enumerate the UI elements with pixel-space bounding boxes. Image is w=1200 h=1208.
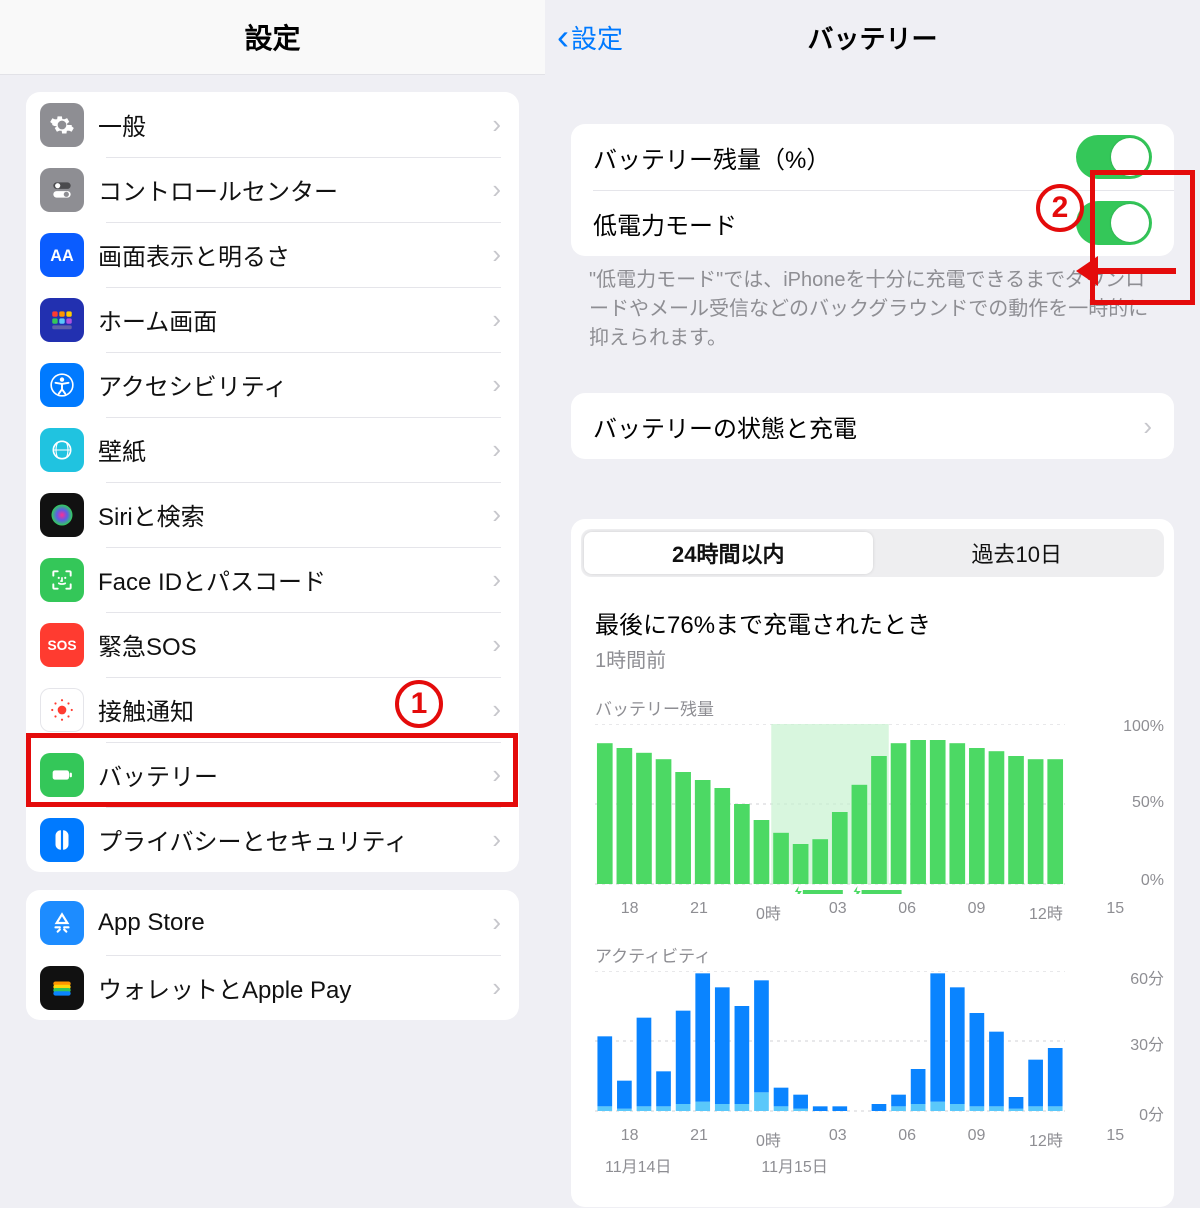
battery-health-row[interactable]: バッテリーの状態と充電 › xyxy=(571,393,1174,459)
back-label: 設定 xyxy=(571,19,623,56)
general-label: 一般 xyxy=(98,107,492,142)
battery-health-label: バッテリーの状態と充電 xyxy=(593,409,1143,444)
chevron-right-icon: › xyxy=(492,759,501,790)
settings-row-accessibility[interactable]: アクセシビリティ› xyxy=(26,352,519,417)
settings-group-1: 一般›コントロールセンター›AA画面表示と明るさ›ホーム画面›アクセシビリティ›… xyxy=(26,92,519,872)
settings-row-wallet[interactable]: ウォレットとApple Pay› xyxy=(26,955,519,1020)
settings-row-home-screen[interactable]: ホーム画面› xyxy=(26,287,519,352)
chevron-right-icon: › xyxy=(492,109,501,140)
wallpaper-label: 壁紙 xyxy=(98,432,492,467)
appstore-label: App Store xyxy=(98,909,492,937)
chevron-right-icon: › xyxy=(492,434,501,465)
last-charge-sub: 1時間前 xyxy=(595,644,1150,673)
svg-text:AA: AA xyxy=(50,246,74,264)
settings-row-battery[interactable]: バッテリー› xyxy=(26,742,519,807)
chevron-right-icon: › xyxy=(492,824,501,855)
settings-row-general[interactable]: 一般› xyxy=(26,92,519,157)
home-screen-icon xyxy=(40,298,84,342)
battery-level-chart: 100% 50% 0% xyxy=(595,724,1150,894)
accessibility-icon xyxy=(40,363,84,407)
settings-row-privacy[interactable]: プライバシーとセキュリティ› xyxy=(26,807,519,872)
settings-header: 設定 xyxy=(0,0,545,74)
chevron-right-icon: › xyxy=(492,304,501,335)
settings-group-2: App Store›ウォレットとApple Pay› xyxy=(26,890,519,1020)
exposure-label: 接触通知 xyxy=(98,692,492,727)
seg-24h[interactable]: 24時間以内 xyxy=(584,532,873,574)
battery-percentage-row[interactable]: バッテリー残量（%） xyxy=(571,124,1174,190)
chart2-dates: 11月14日 11月15日 xyxy=(581,1151,1164,1177)
battery-header: ‹ 設定 バッテリー xyxy=(545,0,1200,74)
chevron-right-icon: › xyxy=(492,907,501,938)
chevron-right-icon: › xyxy=(1143,411,1152,442)
chevron-right-icon: › xyxy=(492,972,501,1003)
low-power-label: 低電力モード xyxy=(593,206,1076,241)
chart1-xaxis: 1821 0時03 0609 12時15 xyxy=(581,894,1164,924)
low-power-switch[interactable] xyxy=(1076,201,1152,245)
faceid-label: Face IDとパスコード xyxy=(98,562,492,597)
chevron-right-icon: › xyxy=(492,369,501,400)
chevron-right-icon: › xyxy=(492,694,501,725)
seg-10d[interactable]: 過去10日 xyxy=(873,532,1162,574)
battery-usage-panel: 24時間以内 過去10日 最後に76%まで充電されたとき 1時間前 バッテリー残… xyxy=(571,519,1174,1207)
battery-percentage-label: バッテリー残量（%） xyxy=(593,140,1076,175)
settings-row-wallpaper[interactable]: 壁紙› xyxy=(26,417,519,482)
chart2-xaxis: 1821 0時03 0609 12時15 xyxy=(581,1121,1164,1151)
battery-health-group: バッテリーの状態と充電 › xyxy=(571,393,1174,459)
battery-icon xyxy=(40,753,84,797)
privacy-label: プライバシーとセキュリティ xyxy=(98,822,492,857)
battery-label: バッテリー xyxy=(98,757,492,792)
battery-title: バッテリー xyxy=(807,19,937,56)
wallet-label: ウォレットとApple Pay xyxy=(98,970,492,1005)
siri-label: Siriと検索 xyxy=(98,497,492,532)
accessibility-label: アクセシビリティ xyxy=(98,367,492,402)
wallpaper-icon xyxy=(40,428,84,472)
last-charge-title: 最後に76%まで充電されたとき xyxy=(595,605,1150,640)
siri-icon xyxy=(40,493,84,537)
faceid-icon xyxy=(40,558,84,602)
time-range-segmented[interactable]: 24時間以内 過去10日 xyxy=(581,529,1164,577)
battery-options-group: バッテリー残量（%） 低電力モード xyxy=(571,124,1174,256)
back-button[interactable]: ‹ 設定 xyxy=(557,0,623,74)
sos-label: 緊急SOS xyxy=(98,627,492,662)
activity-chart: 60分 30分 0分 xyxy=(595,971,1150,1121)
chart2-label: アクティビティ xyxy=(595,942,1150,967)
settings-row-siri[interactable]: Siriと検索› xyxy=(26,482,519,547)
low-power-footer: "低電力モード"では、iPhoneを十分に充電できるまでダウンロードやメール受信… xyxy=(545,256,1200,353)
privacy-icon xyxy=(40,818,84,862)
settings-row-control-center[interactable]: コントロールセンター› xyxy=(26,157,519,222)
chevron-right-icon: › xyxy=(492,239,501,270)
chevron-left-icon: ‹ xyxy=(557,19,569,55)
home-screen-label: ホーム画面 xyxy=(98,302,492,337)
low-power-row[interactable]: 低電力モード xyxy=(571,190,1174,256)
chevron-right-icon: › xyxy=(492,174,501,205)
exposure-icon xyxy=(40,688,84,732)
chevron-right-icon: › xyxy=(492,564,501,595)
chevron-right-icon: › xyxy=(492,629,501,660)
display-label: 画面表示と明るさ xyxy=(98,237,492,272)
display-icon: AA xyxy=(40,233,84,277)
wallet-icon xyxy=(40,966,84,1010)
battery-percentage-switch[interactable] xyxy=(1076,135,1152,179)
settings-title: 設定 xyxy=(244,17,300,57)
settings-row-appstore[interactable]: App Store› xyxy=(26,890,519,955)
settings-row-sos[interactable]: SOS 緊急SOS› xyxy=(26,612,519,677)
chevron-right-icon: › xyxy=(492,499,501,530)
chart1-label: バッテリー残量 xyxy=(595,695,1150,720)
sos-icon: SOS xyxy=(40,623,84,667)
svg-text:SOS: SOS xyxy=(47,638,76,653)
settings-row-exposure[interactable]: 接触通知› xyxy=(26,677,519,742)
control-center-icon xyxy=(40,168,84,212)
general-icon xyxy=(40,103,84,147)
appstore-icon xyxy=(40,901,84,945)
settings-row-display[interactable]: AA 画面表示と明るさ› xyxy=(26,222,519,287)
control-center-label: コントロールセンター xyxy=(98,172,492,207)
settings-row-faceid[interactable]: Face IDとパスコード› xyxy=(26,547,519,612)
